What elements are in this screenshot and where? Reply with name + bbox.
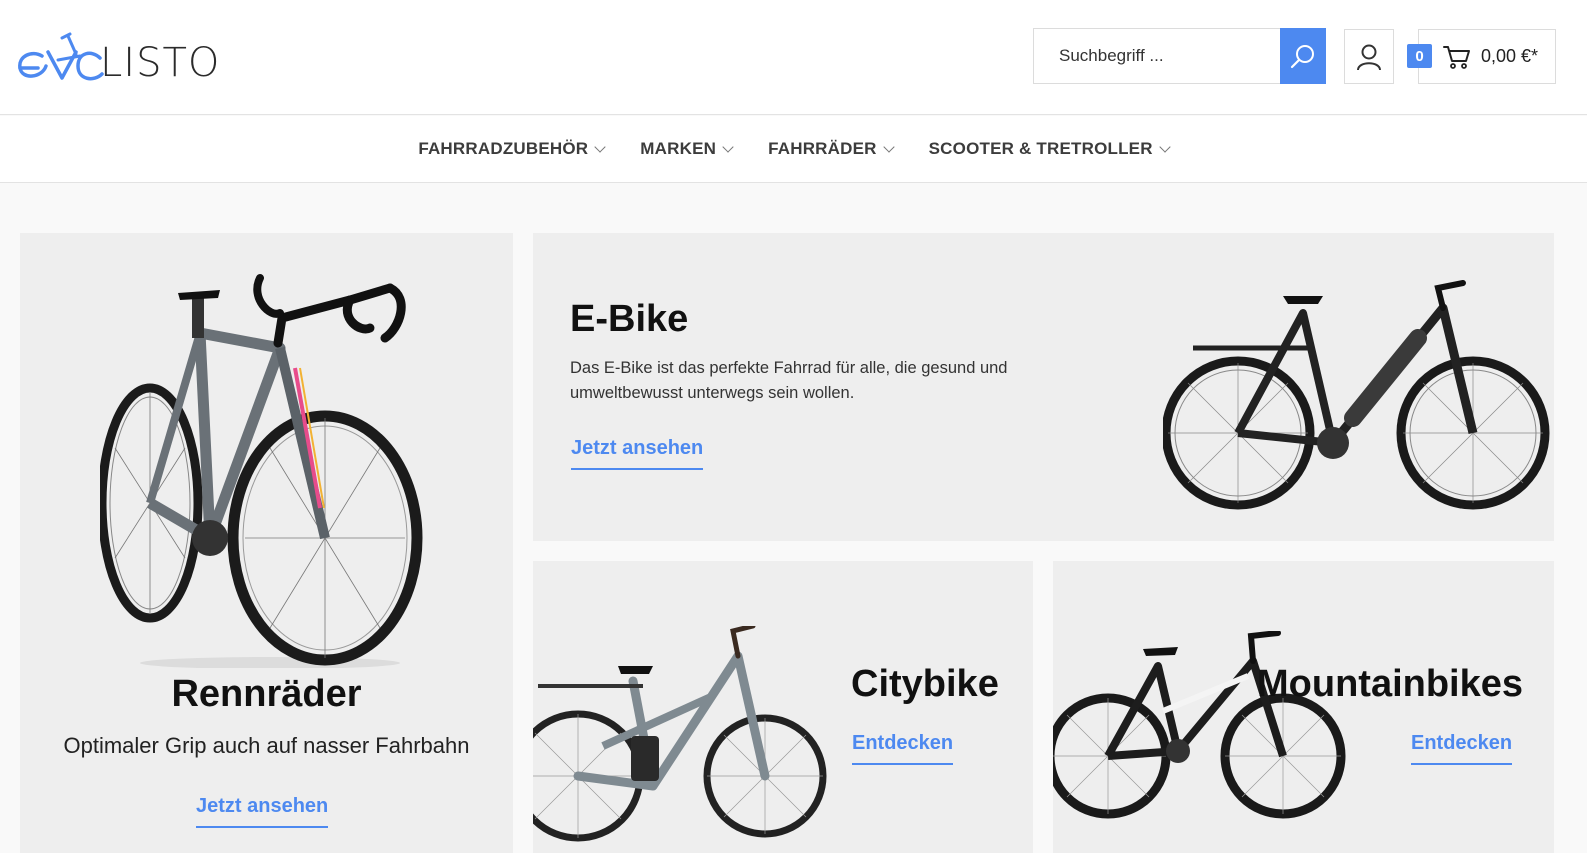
main-navigation: FAHRRADZUBEHÖR MARKEN FAHRRÄDER SCOOTER … (0, 116, 1587, 183)
road-bike-image (100, 274, 423, 668)
chevron-down-icon (1159, 140, 1171, 153)
mountainbikes-link[interactable]: Entdecken (1411, 732, 1513, 765)
nav-item-label: FAHRRADZUBEHÖR (418, 139, 589, 158)
nav-item-fahrradzubehoer[interactable]: FAHRRADZUBEHÖR (418, 139, 606, 159)
tile-ebike[interactable]: E-Bike Das E-Bike ist das perfekte Fahrr… (533, 233, 1554, 541)
user-icon (1357, 44, 1381, 70)
bike-logo-icon (18, 32, 104, 81)
rennraeder-link[interactable]: Jetzt ansehen (196, 795, 329, 828)
citybike-link[interactable]: Entdecken (852, 732, 954, 765)
cyclisto-logo[interactable]: LISTO (18, 30, 221, 86)
nav-item-label: SCOOTER & TRETROLLER (928, 139, 1153, 158)
nav-item-label: MARKEN (640, 139, 717, 158)
logo-text: LISTO (100, 40, 221, 86)
cart-total: 0,00 €* (1481, 46, 1539, 66)
tile-citybike[interactable]: Citybike Entdecken (533, 561, 1033, 853)
tile-title: E-Bike (570, 298, 689, 340)
tile-text: Das E-Bike ist das perfekte Fahrrad für … (570, 359, 1008, 402)
chevron-down-icon (882, 140, 895, 153)
search-input[interactable] (1034, 29, 1280, 83)
chevron-down-icon (722, 140, 734, 153)
nav-item-fahrraeder[interactable]: FAHRRÄDER (768, 139, 895, 159)
tile-title: Rennräder (171, 673, 362, 715)
tile-text: Optimaler Grip auch auf nasser Fahrbahn (63, 733, 470, 758)
cart-button[interactable]: 0,00 €* (1418, 29, 1556, 84)
account-button[interactable] (1344, 29, 1394, 84)
ebike-image (1163, 280, 1550, 510)
chevron-down-icon (594, 140, 606, 153)
search-bar (1033, 28, 1326, 84)
nav-item-label: FAHRRÄDER (768, 139, 877, 158)
tile-title: Mountainbikes (1257, 663, 1524, 705)
cart-count-badge: 0 (1407, 44, 1432, 68)
nav-item-scooter-tretroller[interactable]: SCOOTER & TRETROLLER (928, 139, 1171, 159)
mountainbike-image (1053, 631, 1346, 819)
site-header: LISTO 0,00 €* 0 (0, 0, 1587, 115)
search-icon (1290, 45, 1314, 69)
citybike-image (533, 626, 827, 842)
nav-item-marken[interactable]: MARKEN (640, 139, 734, 159)
tile-rennraeder[interactable]: Rennräder Optimaler Grip auch auf nasser… (20, 233, 513, 853)
search-button[interactable] (1280, 28, 1326, 84)
cart-icon (1443, 45, 1470, 69)
tile-title: Citybike (851, 663, 999, 705)
tile-mountainbikes[interactable]: Mountainbikes Entdecken (1053, 561, 1554, 853)
ebike-link[interactable]: Jetzt ansehen (571, 437, 704, 470)
